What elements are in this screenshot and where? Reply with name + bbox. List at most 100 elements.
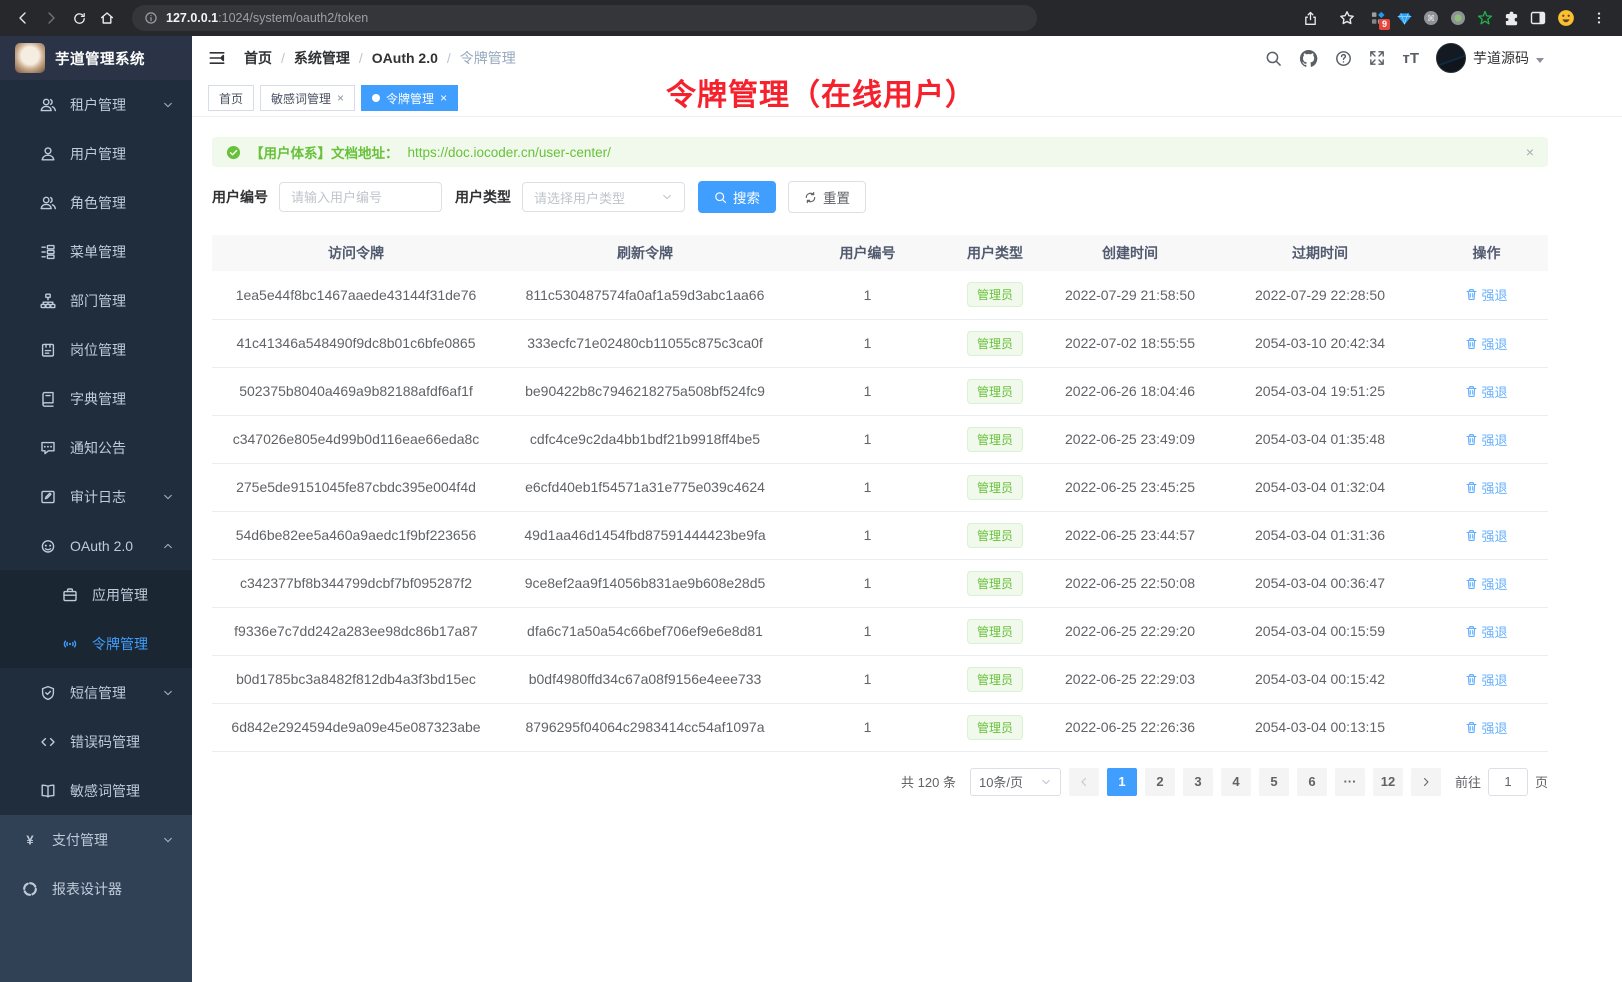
tab-首页[interactable]: 首页: [208, 85, 254, 111]
browser-home-button[interactable]: [94, 5, 120, 31]
create-time-cell: 2022-06-25 23:45:25: [1045, 463, 1215, 511]
puzzle-extensions-icon[interactable]: [1504, 11, 1519, 26]
page-size-select[interactable]: 10条/页: [970, 768, 1061, 796]
user-id-input[interactable]: [279, 182, 442, 212]
page-button-5[interactable]: 5: [1259, 768, 1289, 796]
browser-reload-button[interactable]: [66, 5, 92, 31]
error-code-icon: [40, 734, 56, 750]
sidebar-item-oauth2-token[interactable]: 令牌管理: [0, 619, 192, 668]
breadcrumb-item[interactable]: 首页: [244, 48, 272, 68]
next-page-button[interactable]: [1411, 768, 1441, 796]
browser-menu-kebab-icon[interactable]: [1586, 5, 1612, 31]
sidebar-item-oauth2-app[interactable]: 应用管理: [0, 570, 192, 619]
create-time-cell: 2022-06-25 23:49:09: [1045, 415, 1215, 463]
sidebar-item-sensitive[interactable]: 敏感词管理: [0, 766, 192, 815]
user-type-select[interactable]: 请选择用户类型: [522, 182, 685, 212]
goto-page-input[interactable]: [1488, 768, 1528, 796]
tab-敏感词管理[interactable]: 敏感词管理×: [260, 85, 355, 111]
sidebar-item-sms[interactable]: 短信管理: [0, 668, 192, 717]
sms-icon: [40, 685, 56, 701]
command-extension-icon[interactable]: ⌘: [1423, 10, 1439, 26]
sidebar-item-pay[interactable]: ¥支付管理: [0, 815, 192, 864]
sidebar-item-dept[interactable]: 部门管理: [0, 276, 192, 325]
doc-link[interactable]: https://doc.iocoder.cn/user-center/: [408, 145, 611, 160]
github-icon[interactable]: [1299, 49, 1318, 68]
sidebar-item-report[interactable]: 报表设计器: [0, 864, 192, 913]
more-pages-button[interactable]: ···: [1335, 768, 1365, 796]
force-logout-button[interactable]: 强退: [1465, 622, 1507, 641]
page-button-12[interactable]: 12: [1373, 768, 1403, 796]
sidebar-toggle-icon[interactable]: [208, 49, 226, 67]
page-button-6[interactable]: 6: [1297, 768, 1327, 796]
reset-button[interactable]: 重置: [788, 181, 866, 213]
alert-close-icon[interactable]: ×: [1526, 144, 1534, 160]
force-logout-button[interactable]: 强退: [1465, 478, 1507, 497]
gem-extension-icon[interactable]: [1397, 11, 1412, 26]
sidebar-item-notice[interactable]: 通知公告: [0, 423, 192, 472]
sidebar-item-error-code[interactable]: 错误码管理: [0, 717, 192, 766]
sidebar-item-role[interactable]: 角色管理: [0, 178, 192, 227]
address-bar[interactable]: 127.0.0.1:1024/system/oauth2/token: [132, 5, 1037, 31]
fullscreen-icon[interactable]: [1369, 50, 1385, 66]
breadcrumb-item[interactable]: 系统管理: [294, 48, 350, 68]
sidebar-item-menu[interactable]: 菜单管理: [0, 227, 192, 276]
force-logout-button[interactable]: 强退: [1465, 382, 1507, 401]
user-type-badge: 管理员: [967, 475, 1023, 500]
app-logo[interactable]: 芋道管理系统: [0, 36, 192, 80]
force-logout-label: 强退: [1481, 526, 1507, 545]
tab-令牌管理[interactable]: 令牌管理×: [361, 85, 458, 111]
page-button-1[interactable]: 1: [1107, 768, 1137, 796]
browser-back-button[interactable]: [10, 5, 36, 31]
help-icon[interactable]: [1335, 50, 1352, 67]
side-panel-icon[interactable]: [1530, 10, 1546, 26]
force-logout-button[interactable]: 强退: [1465, 430, 1507, 449]
sidebar-item-oauth2[interactable]: OAuth 2.0: [0, 521, 192, 570]
force-logout-button[interactable]: 强退: [1465, 670, 1507, 689]
expire-time-cell: 2054-03-04 00:13:15: [1215, 703, 1425, 751]
font-size-icon[interactable]: тT: [1402, 50, 1419, 67]
user-id-cell: 1: [790, 511, 945, 559]
profile-emoji-icon[interactable]: [1557, 9, 1575, 27]
sidebar-item-post[interactable]: 岗位管理: [0, 325, 192, 374]
sidebar-item-dict[interactable]: 字典管理: [0, 374, 192, 423]
role-icon: [40, 195, 56, 211]
sidebar-item-label: 通知公告: [70, 438, 126, 458]
user-menu[interactable]: 芋道源码: [1436, 43, 1544, 73]
force-logout-button[interactable]: 强退: [1465, 334, 1507, 353]
force-logout-button[interactable]: 强退: [1465, 526, 1507, 545]
page-button-4[interactable]: 4: [1221, 768, 1251, 796]
bookmark-star-icon[interactable]: [1334, 5, 1360, 31]
sidebar-item-user[interactable]: 用户管理: [0, 129, 192, 178]
menu-icon: [40, 244, 56, 260]
browser-forward-button[interactable]: [38, 5, 64, 31]
close-icon[interactable]: ×: [440, 91, 447, 105]
search-icon[interactable]: [1265, 50, 1282, 67]
report-icon: [22, 881, 38, 897]
breadcrumb-item[interactable]: OAuth 2.0: [372, 50, 438, 66]
force-logout-button[interactable]: 强退: [1465, 718, 1507, 737]
sidebar-menu: 租户管理用户管理角色管理菜单管理部门管理岗位管理字典管理通知公告审计日志OAut…: [0, 80, 192, 982]
sidebar-item-tenant[interactable]: 租户管理: [0, 80, 192, 129]
star-doodle-extension-icon[interactable]: [1477, 10, 1493, 26]
recorder-extension-icon[interactable]: [1450, 10, 1466, 26]
breadcrumb-separator: /: [359, 50, 363, 66]
share-icon[interactable]: [1297, 5, 1323, 31]
expire-time-cell: 2054-03-04 00:15:59: [1215, 607, 1425, 655]
access-token-cell: 275e5de9151045fe87cbdc395e004f4d: [212, 463, 500, 511]
user-id-cell: 1: [790, 271, 945, 319]
sidebar-item-audit-log[interactable]: 审计日志: [0, 472, 192, 521]
force-logout-button[interactable]: 强退: [1465, 574, 1507, 593]
page-button-2[interactable]: 2: [1145, 768, 1175, 796]
extension-grid-icon[interactable]: 9: [1371, 11, 1386, 26]
column-header: 过期时间: [1215, 235, 1425, 271]
close-icon[interactable]: ×: [337, 91, 344, 105]
access-token-cell: c347026e805e4d99b0d116eae66eda8c: [212, 415, 500, 463]
force-logout-button[interactable]: 强退: [1465, 285, 1507, 304]
user-id-cell: 1: [790, 415, 945, 463]
site-info-icon[interactable]: [144, 11, 158, 25]
search-button[interactable]: 搜索: [698, 181, 776, 213]
chevron-down-icon: [162, 491, 174, 503]
access-token-cell: 502375b8040a469a9b82188afdf6af1f: [212, 367, 500, 415]
page-button-3[interactable]: 3: [1183, 768, 1213, 796]
prev-page-button[interactable]: [1069, 768, 1099, 796]
